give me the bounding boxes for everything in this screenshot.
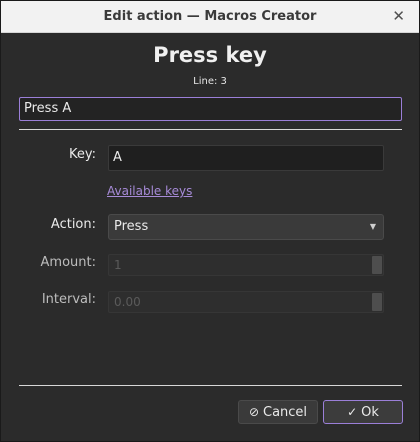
- key-input[interactable]: A: [108, 145, 384, 171]
- ok-button[interactable]: ✓ Ok: [323, 400, 403, 424]
- cancel-icon: ⊘: [248, 405, 259, 419]
- action-select[interactable]: Press ▼: [108, 214, 384, 240]
- amount-spin-buttons[interactable]: [372, 256, 382, 274]
- amount-label: Amount:: [40, 255, 96, 270]
- divider-top: [19, 129, 402, 130]
- title-bar: Edit action — Macros Creator ✕: [1, 1, 419, 33]
- interval-value: 0.00: [114, 295, 141, 309]
- divider-bottom: [19, 385, 402, 386]
- key-label: Key:: [68, 147, 96, 162]
- amount-value: 1: [114, 258, 122, 272]
- action-name-input[interactable]: Press A: [19, 97, 402, 121]
- interval-spinbox[interactable]: 0.00: [108, 291, 384, 313]
- action-select-value: Press: [114, 219, 149, 234]
- cancel-button-label: Cancel: [263, 405, 308, 420]
- cancel-button[interactable]: ⊘ Cancel: [238, 400, 318, 424]
- ok-button-label: Ok: [361, 405, 379, 420]
- available-keys-link[interactable]: Available keys: [107, 184, 192, 198]
- amount-spinbox[interactable]: 1: [108, 254, 384, 276]
- interval-label: Interval:: [41, 292, 96, 307]
- close-icon[interactable]: ✕: [392, 1, 405, 32]
- line-number: Line: 3: [193, 76, 227, 87]
- dialog-heading: Press key: [153, 43, 267, 67]
- chevron-down-icon: ▼: [369, 222, 376, 231]
- check-icon: ✓: [347, 405, 358, 419]
- action-label: Action:: [50, 217, 96, 232]
- window-title: Edit action — Macros Creator: [103, 9, 317, 24]
- interval-spin-buttons[interactable]: [372, 293, 382, 311]
- edit-action-dialog: Edit action — Macros Creator ✕ Press key…: [0, 0, 420, 442]
